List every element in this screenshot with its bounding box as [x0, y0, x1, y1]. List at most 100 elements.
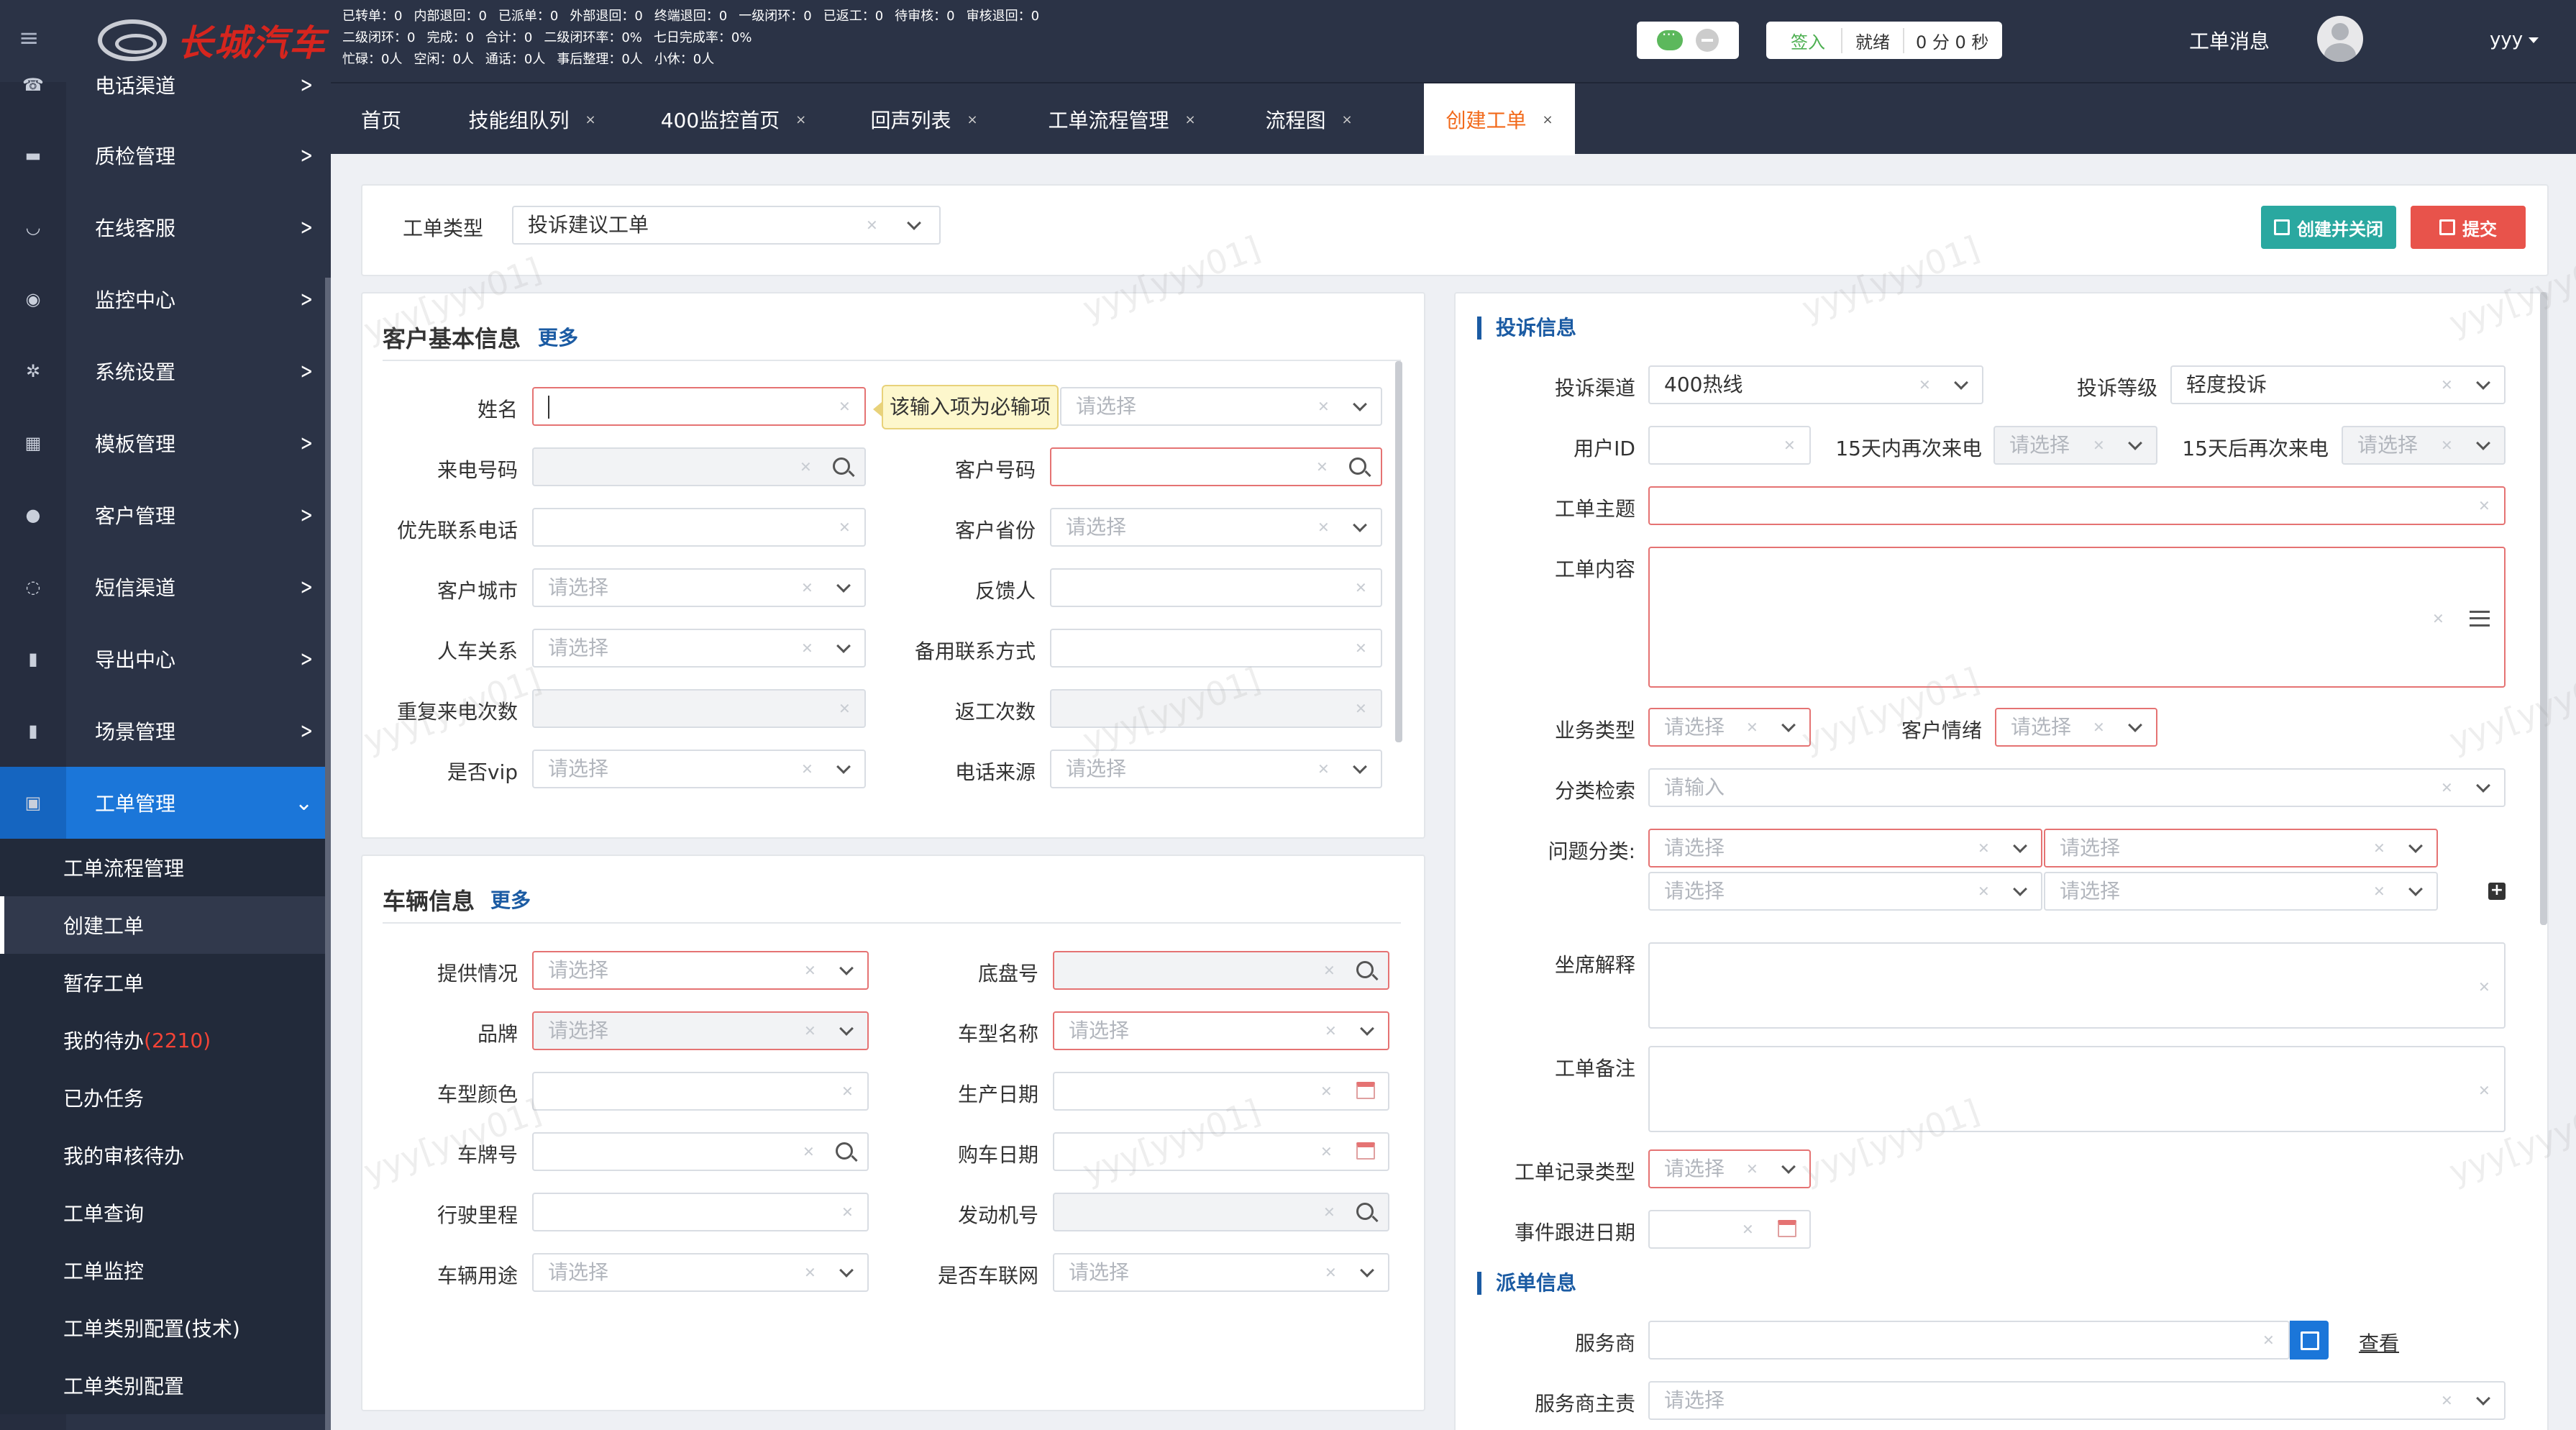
clear-icon[interactable]: ✕	[2373, 873, 2385, 909]
tab-1[interactable]: 技能组队列 ×	[431, 83, 633, 155]
clear-icon[interactable]: ✕	[1323, 952, 1335, 988]
sidebar-item-9[interactable]: ▮ 场景管理 >	[0, 695, 331, 767]
add-category-icon[interactable]: +	[2488, 883, 2506, 900]
sidebar-subitem-2[interactable]: 暂存工单	[0, 954, 325, 1011]
clear-icon[interactable]: ✕	[804, 952, 816, 988]
order-subject-input[interactable]: ✕	[1648, 486, 2506, 525]
clear-icon[interactable]: ✕	[1320, 1134, 1333, 1170]
customer-emotion-select[interactable]: 请选择 ✕	[1995, 708, 2157, 747]
sidebar-subitem-9[interactable]: 工单类别配置	[0, 1357, 325, 1414]
clear-icon[interactable]: ✕	[1325, 1013, 1337, 1049]
clear-icon[interactable]: ✕	[1317, 751, 1330, 787]
problem-category-3-select[interactable]: 请选择 ✕	[1648, 872, 2042, 911]
clear-icon[interactable]: ✕	[841, 1194, 854, 1230]
clear-icon[interactable]: ✕	[1317, 509, 1330, 545]
sidebar-item-4[interactable]: ✲ 系统设置 >	[0, 335, 331, 407]
clear-icon[interactable]: ✕	[2478, 969, 2490, 1005]
chevron-down-icon[interactable]	[2476, 1391, 2490, 1406]
chevron-down-icon[interactable]	[2408, 839, 2423, 853]
clear-icon[interactable]: ✕	[803, 1134, 815, 1170]
sidebar-item-3[interactable]: ◉ 监控中心 >	[0, 263, 331, 335]
calendar-icon[interactable]	[1356, 1142, 1375, 1160]
clear-icon[interactable]: ✕	[804, 1254, 816, 1290]
sidebar-item-10[interactable]: ▣ 工单管理 ⌄	[0, 767, 331, 839]
clear-icon[interactable]: ✕	[1317, 388, 1330, 424]
clear-icon[interactable]: ✕	[839, 509, 851, 545]
tab-4[interactable]: 工单流程管理 ×	[1014, 83, 1230, 155]
chevron-down-icon[interactable]	[836, 639, 851, 653]
incoming-phone-input[interactable]: ✕	[532, 447, 866, 486]
view-provider-link[interactable]: 查看	[2359, 1328, 2399, 1357]
clear-icon[interactable]: ✕	[839, 388, 851, 424]
clear-icon[interactable]: ✕	[866, 207, 878, 243]
chevron-down-icon[interactable]	[1954, 375, 1968, 390]
clear-icon[interactable]: ✕	[2441, 427, 2453, 463]
chevron-down-icon[interactable]	[836, 760, 851, 774]
chevron-down-icon[interactable]	[1781, 718, 1796, 732]
calendar-icon[interactable]	[1778, 1220, 1796, 1237]
chevron-down-icon[interactable]	[2013, 839, 2027, 853]
sidebar-subitem-4[interactable]: 已办任务	[0, 1069, 325, 1126]
customer-number-input[interactable]: ✕	[1050, 447, 1382, 486]
search-icon[interactable]	[1356, 961, 1374, 978]
complaint-channel-select[interactable]: 400热线 ✕	[1648, 365, 1983, 404]
sidebar-subitem-1[interactable]: 创建工单	[0, 896, 325, 954]
close-tab-icon[interactable]: ×	[795, 112, 806, 127]
customer-city-select[interactable]: 请选择 ✕	[532, 568, 866, 607]
clear-icon[interactable]: ✕	[2441, 770, 2453, 806]
customer-panel-scrollbar[interactable]	[1395, 361, 1402, 742]
chevron-down-icon[interactable]	[1360, 1021, 1374, 1036]
customer-province-select[interactable]: 请选择 ✕	[1050, 508, 1382, 547]
close-tab-icon[interactable]: ×	[1184, 112, 1195, 127]
sidebar-item-6[interactable]: ● 客户管理 >	[0, 479, 331, 551]
sidebar-item-1[interactable]: ▬ 质检管理 >	[0, 119, 331, 191]
tab-2[interactable]: 400监控首页 ×	[633, 83, 834, 155]
sidebar-subitem-6[interactable]: 工单查询	[0, 1184, 325, 1242]
tab-5[interactable]: 流程图 ×	[1230, 83, 1388, 155]
customer-name-input[interactable]: ✕	[532, 387, 866, 426]
sidebar-subitem-5[interactable]: 我的审核待办	[0, 1126, 325, 1184]
clear-icon[interactable]: ✕	[1355, 570, 1367, 606]
priority-phone-input[interactable]: ✕	[532, 508, 866, 547]
customer-more-link[interactable]: 更多	[538, 322, 578, 351]
tab-0[interactable]: 首页	[331, 83, 431, 155]
close-tab-icon[interactable]: ×	[585, 112, 595, 127]
close-tab-icon[interactable]: ×	[967, 112, 977, 127]
user-id-input[interactable]: ✕	[1648, 426, 1811, 465]
clear-icon[interactable]: ✕	[1323, 1194, 1335, 1230]
clear-icon[interactable]: ✕	[2093, 427, 2105, 463]
clear-icon[interactable]: ✕	[1742, 1211, 1754, 1247]
sidebar-subitem-8[interactable]: 工单类别配置(技术)	[0, 1299, 325, 1357]
person-car-relation-select[interactable]: 请选择 ✕	[532, 629, 866, 668]
sidebar-item-8[interactable]: ▮ 导出中心 >	[0, 623, 331, 695]
record-type-select[interactable]: 请选择 ✕	[1648, 1149, 1811, 1188]
create-and-close-button[interactable]: 创建并关闭	[2261, 206, 2396, 249]
problem-category-2-select[interactable]: 请选择 ✕	[2044, 829, 2438, 867]
backup-contact-input[interactable]: ✕	[1050, 629, 1382, 668]
chat-icon[interactable]	[1657, 26, 1683, 50]
chevron-down-icon[interactable]	[2476, 436, 2490, 450]
clear-icon[interactable]: ✕	[1355, 691, 1367, 727]
close-tab-icon[interactable]: ×	[1341, 112, 1352, 127]
recall-within-15-days-select[interactable]: 请选择 ✕	[1993, 426, 2157, 465]
purchase-date-input[interactable]: ✕	[1053, 1132, 1389, 1171]
clear-icon[interactable]: ✕	[2478, 488, 2490, 524]
production-date-input[interactable]: ✕	[1053, 1072, 1389, 1111]
sidebar-item-2[interactable]: ◡ 在线客服 >	[0, 191, 331, 263]
clear-icon[interactable]: ✕	[1783, 427, 1796, 463]
sidebar-subitem-7[interactable]: 工单监控	[0, 1242, 325, 1299]
clear-icon[interactable]: ✕	[2441, 1383, 2453, 1418]
clear-icon[interactable]: ✕	[1325, 1254, 1337, 1290]
clear-icon[interactable]: ✕	[2093, 709, 2105, 745]
call-source-select[interactable]: 请选择 ✕	[1050, 750, 1382, 788]
list-edit-icon[interactable]	[2470, 611, 2490, 627]
clear-icon[interactable]: ✕	[1355, 630, 1367, 666]
chevron-down-icon[interactable]	[2128, 436, 2142, 450]
submit-button[interactable]: 提交	[2411, 206, 2526, 249]
clear-icon[interactable]: ✕	[801, 570, 813, 606]
chevron-down-icon[interactable]	[839, 961, 854, 975]
problem-category-1-select[interactable]: 请选择 ✕	[1648, 829, 2042, 867]
sidebar-item-0[interactable]: ☎ 电话渠道 >	[0, 49, 331, 121]
calendar-icon[interactable]	[1356, 1082, 1375, 1099]
work-order-messages-link[interactable]: 工单消息	[2189, 26, 2270, 55]
